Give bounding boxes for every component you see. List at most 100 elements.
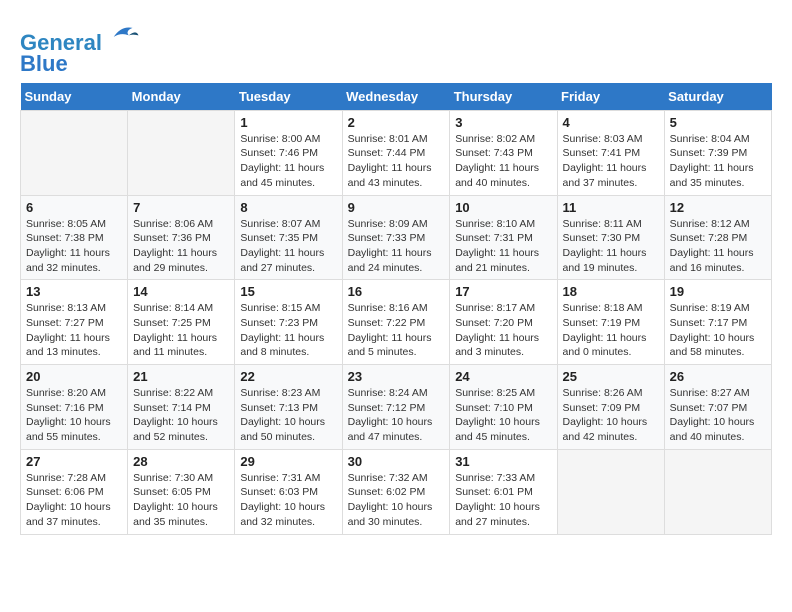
logo-bird-icon: [110, 20, 140, 50]
calendar-table: SundayMondayTuesdayWednesdayThursdayFrid…: [20, 83, 772, 535]
day-info: Sunrise: 8:12 AM Sunset: 7:28 PM Dayligh…: [670, 217, 766, 276]
calendar-day-cell: 29 Sunrise: 7:31 AM Sunset: 6:03 PM Dayli…: [235, 449, 342, 534]
day-number: 7: [133, 200, 229, 215]
calendar-day-cell: 4 Sunrise: 8:03 AM Sunset: 7:41 PM Daylig…: [557, 110, 664, 195]
weekday-header: Wednesday: [342, 83, 450, 111]
weekday-header: Tuesday: [235, 83, 342, 111]
day-info: Sunrise: 7:30 AM Sunset: 6:05 PM Dayligh…: [133, 471, 229, 530]
day-info: Sunrise: 8:11 AM Sunset: 7:30 PM Dayligh…: [563, 217, 659, 276]
calendar-day-cell: 1 Sunrise: 8:00 AM Sunset: 7:46 PM Daylig…: [235, 110, 342, 195]
day-number: 23: [348, 369, 445, 384]
calendar-day-cell: 23 Sunrise: 8:24 AM Sunset: 7:12 PM Dayli…: [342, 365, 450, 450]
day-number: 2: [348, 115, 445, 130]
day-number: 16: [348, 284, 445, 299]
day-info: Sunrise: 8:14 AM Sunset: 7:25 PM Dayligh…: [133, 301, 229, 360]
page-header: General Blue: [20, 20, 772, 73]
day-info: Sunrise: 8:17 AM Sunset: 7:20 PM Dayligh…: [455, 301, 551, 360]
logo: General Blue: [20, 20, 140, 73]
calendar-day-cell: [128, 110, 235, 195]
day-info: Sunrise: 7:33 AM Sunset: 6:01 PM Dayligh…: [455, 471, 551, 530]
calendar-day-cell: 27Sunrise: 7:28 AM Sunset: 6:06 PM Dayli…: [21, 449, 128, 534]
calendar-day-cell: 8 Sunrise: 8:07 AM Sunset: 7:35 PM Daylig…: [235, 195, 342, 280]
day-info: Sunrise: 8:09 AM Sunset: 7:33 PM Dayligh…: [348, 217, 445, 276]
day-number: 20: [26, 369, 122, 384]
day-number: 1: [240, 115, 336, 130]
day-info: Sunrise: 8:15 AM Sunset: 7:23 PM Dayligh…: [240, 301, 336, 360]
calendar-day-cell: 19Sunrise: 8:19 AM Sunset: 7:17 PM Dayli…: [664, 280, 771, 365]
calendar-day-cell: 9 Sunrise: 8:09 AM Sunset: 7:33 PM Daylig…: [342, 195, 450, 280]
weekday-header-row: SundayMondayTuesdayWednesdayThursdayFrid…: [21, 83, 772, 111]
calendar-day-cell: 28 Sunrise: 7:30 AM Sunset: 6:05 PM Dayli…: [128, 449, 235, 534]
weekday-header: Friday: [557, 83, 664, 111]
day-info: Sunrise: 8:07 AM Sunset: 7:35 PM Dayligh…: [240, 217, 336, 276]
calendar-day-cell: [21, 110, 128, 195]
day-info: Sunrise: 7:32 AM Sunset: 6:02 PM Dayligh…: [348, 471, 445, 530]
weekday-header: Saturday: [664, 83, 771, 111]
day-number: 26: [670, 369, 766, 384]
day-info: Sunrise: 8:20 AM Sunset: 7:16 PM Dayligh…: [26, 386, 122, 445]
day-info: Sunrise: 8:00 AM Sunset: 7:46 PM Dayligh…: [240, 132, 336, 191]
day-number: 31: [455, 454, 551, 469]
day-number: 27: [26, 454, 122, 469]
day-info: Sunrise: 8:04 AM Sunset: 7:39 PM Dayligh…: [670, 132, 766, 191]
calendar-week-row: 6 Sunrise: 8:05 AM Sunset: 7:38 PM Daylig…: [21, 195, 772, 280]
calendar-day-cell: 16Sunrise: 8:16 AM Sunset: 7:22 PM Dayli…: [342, 280, 450, 365]
day-number: 11: [563, 200, 659, 215]
calendar-day-cell: 26Sunrise: 8:27 AM Sunset: 7:07 PM Dayli…: [664, 365, 771, 450]
calendar-day-cell: 30 Sunrise: 7:32 AM Sunset: 6:02 PM Dayli…: [342, 449, 450, 534]
day-number: 17: [455, 284, 551, 299]
day-number: 8: [240, 200, 336, 215]
calendar-day-cell: 12 Sunrise: 8:12 AM Sunset: 7:28 PM Dayli…: [664, 195, 771, 280]
day-number: 12: [670, 200, 766, 215]
day-info: Sunrise: 8:02 AM Sunset: 7:43 PM Dayligh…: [455, 132, 551, 191]
day-number: 24: [455, 369, 551, 384]
day-info: Sunrise: 8:22 AM Sunset: 7:14 PM Dayligh…: [133, 386, 229, 445]
calendar-week-row: 20 Sunrise: 8:20 AM Sunset: 7:16 PM Dayli…: [21, 365, 772, 450]
calendar-day-cell: 3Sunrise: 8:02 AM Sunset: 7:43 PM Daylig…: [450, 110, 557, 195]
calendar-day-cell: 20 Sunrise: 8:20 AM Sunset: 7:16 PM Dayli…: [21, 365, 128, 450]
calendar-day-cell: 18 Sunrise: 8:18 AM Sunset: 7:19 PM Dayli…: [557, 280, 664, 365]
day-number: 6: [26, 200, 122, 215]
day-number: 25: [563, 369, 659, 384]
day-number: 4: [563, 115, 659, 130]
calendar-day-cell: 13 Sunrise: 8:13 AM Sunset: 7:27 PM Dayli…: [21, 280, 128, 365]
day-info: Sunrise: 8:24 AM Sunset: 7:12 PM Dayligh…: [348, 386, 445, 445]
calendar-day-cell: 21 Sunrise: 8:22 AM Sunset: 7:14 PM Dayli…: [128, 365, 235, 450]
calendar-day-cell: 22 Sunrise: 8:23 AM Sunset: 7:13 PM Dayli…: [235, 365, 342, 450]
calendar-day-cell: 2 Sunrise: 8:01 AM Sunset: 7:44 PM Daylig…: [342, 110, 450, 195]
calendar-day-cell: 31 Sunrise: 7:33 AM Sunset: 6:01 PM Dayli…: [450, 449, 557, 534]
calendar-day-cell: 15 Sunrise: 8:15 AM Sunset: 7:23 PM Dayli…: [235, 280, 342, 365]
calendar-day-cell: 14 Sunrise: 8:14 AM Sunset: 7:25 PM Dayli…: [128, 280, 235, 365]
day-info: Sunrise: 8:13 AM Sunset: 7:27 PM Dayligh…: [26, 301, 122, 360]
calendar-day-cell: [664, 449, 771, 534]
day-info: Sunrise: 8:23 AM Sunset: 7:13 PM Dayligh…: [240, 386, 336, 445]
day-number: 28: [133, 454, 229, 469]
day-info: Sunrise: 8:01 AM Sunset: 7:44 PM Dayligh…: [348, 132, 445, 191]
day-number: 9: [348, 200, 445, 215]
weekday-header: Thursday: [450, 83, 557, 111]
day-number: 13: [26, 284, 122, 299]
day-number: 29: [240, 454, 336, 469]
day-number: 19: [670, 284, 766, 299]
day-number: 21: [133, 369, 229, 384]
day-info: Sunrise: 8:18 AM Sunset: 7:19 PM Dayligh…: [563, 301, 659, 360]
day-info: Sunrise: 7:31 AM Sunset: 6:03 PM Dayligh…: [240, 471, 336, 530]
day-number: 22: [240, 369, 336, 384]
day-info: Sunrise: 8:26 AM Sunset: 7:09 PM Dayligh…: [563, 386, 659, 445]
calendar-day-cell: 24 Sunrise: 8:25 AM Sunset: 7:10 PM Dayli…: [450, 365, 557, 450]
calendar-week-row: 27Sunrise: 7:28 AM Sunset: 6:06 PM Dayli…: [21, 449, 772, 534]
calendar-day-cell: [557, 449, 664, 534]
day-info: Sunrise: 8:25 AM Sunset: 7:10 PM Dayligh…: [455, 386, 551, 445]
calendar-day-cell: 6 Sunrise: 8:05 AM Sunset: 7:38 PM Daylig…: [21, 195, 128, 280]
day-number: 15: [240, 284, 336, 299]
day-number: 30: [348, 454, 445, 469]
calendar-week-row: 1 Sunrise: 8:00 AM Sunset: 7:46 PM Daylig…: [21, 110, 772, 195]
day-info: Sunrise: 8:03 AM Sunset: 7:41 PM Dayligh…: [563, 132, 659, 191]
calendar-day-cell: 10Sunrise: 8:10 AM Sunset: 7:31 PM Dayli…: [450, 195, 557, 280]
day-number: 18: [563, 284, 659, 299]
day-number: 14: [133, 284, 229, 299]
day-info: Sunrise: 8:05 AM Sunset: 7:38 PM Dayligh…: [26, 217, 122, 276]
weekday-header: Monday: [128, 83, 235, 111]
calendar-day-cell: 11 Sunrise: 8:11 AM Sunset: 7:30 PM Dayli…: [557, 195, 664, 280]
logo-text: General: [20, 20, 140, 55]
